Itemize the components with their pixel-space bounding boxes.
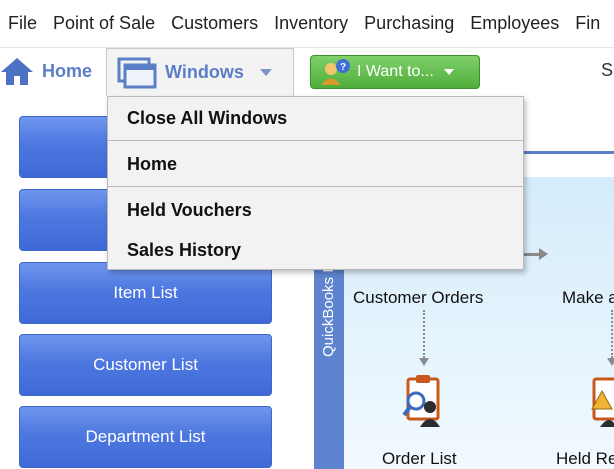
home-icon <box>1 58 33 85</box>
home-button[interactable]: Home <box>0 52 104 90</box>
nav-button-department-list[interactable]: Department List <box>19 406 272 468</box>
windows-dropdown-menu: Close All Windows Home Held Vouchers Sal… <box>107 96 524 270</box>
i-want-to-label: I Want to... <box>357 63 434 80</box>
arrow-down-icon <box>419 310 429 366</box>
menu-purchasing[interactable]: Purchasing <box>356 0 462 46</box>
menu-item-home[interactable]: Home <box>108 142 523 186</box>
menu-item-held-vouchers[interactable]: Held Vouchers <box>108 190 523 230</box>
menu-item-close-all-windows[interactable]: Close All Windows <box>108 97 523 140</box>
menu-bar: File Point of Sale Customers Inventory P… <box>0 0 614 46</box>
menu-financial[interactable]: Fin <box>567 0 608 46</box>
menu-separator <box>108 140 523 141</box>
toolbar-right-partial: S <box>601 60 614 80</box>
nav-button-customer-list[interactable]: Customer List <box>19 334 272 396</box>
windows-menu-button[interactable]: Windows <box>106 48 294 96</box>
held-receipts-icon[interactable] <box>590 375 614 427</box>
order-list-icon[interactable] <box>402 375 442 427</box>
customer-orders-label[interactable]: Customer Orders <box>353 288 483 308</box>
menu-file[interactable]: File <box>0 0 45 46</box>
home-button-label: Home <box>42 60 93 81</box>
held-receipts-label[interactable]: Held Re <box>556 449 614 469</box>
menu-item-sales-history[interactable]: Sales History <box>108 230 523 270</box>
toolbar: Home Windows ? I Want to... S <box>0 47 614 97</box>
nav-button-item-list[interactable]: Item List <box>19 262 272 324</box>
menu-separator <box>108 186 523 187</box>
menu-point-of-sale[interactable]: Point of Sale <box>45 0 163 46</box>
arrow-down-icon <box>607 310 614 366</box>
menu-employees[interactable]: Employees <box>462 0 567 46</box>
quickbooks-strip-label: QuickBooks I <box>320 268 337 357</box>
user-help-icon: ? <box>321 59 350 85</box>
svg-text:?: ? <box>340 62 346 73</box>
make-label[interactable]: Make a <box>562 288 614 308</box>
menu-inventory[interactable]: Inventory <box>266 0 356 46</box>
chevron-down-icon <box>443 69 454 75</box>
windows-icon <box>117 57 157 88</box>
menu-customers[interactable]: Customers <box>163 0 266 46</box>
windows-menu-label: Windows <box>165 62 244 82</box>
chevron-down-icon <box>259 69 272 76</box>
order-list-label[interactable]: Order List <box>382 449 457 469</box>
i-want-to-button[interactable]: ? I Want to... <box>310 55 480 89</box>
